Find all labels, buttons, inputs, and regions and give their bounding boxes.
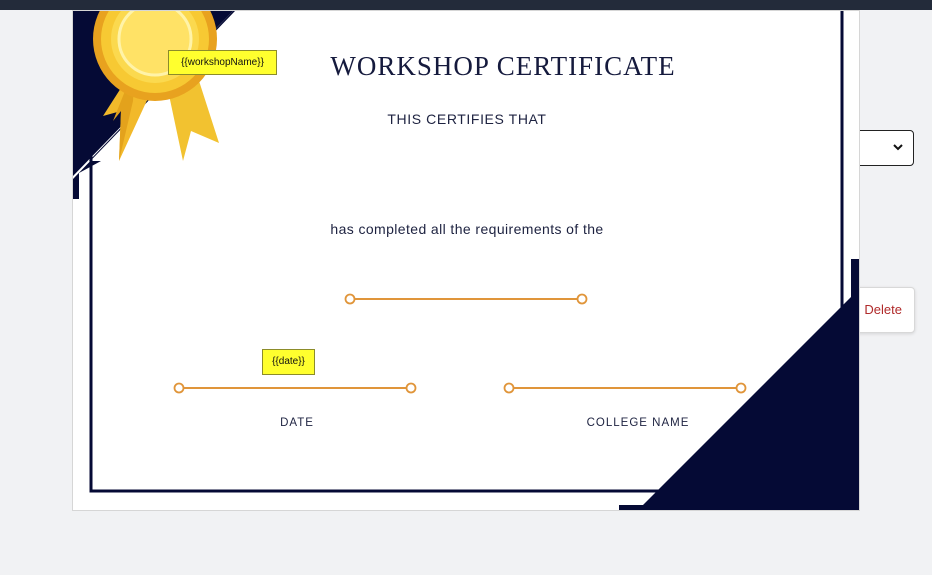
top-bar [0,0,932,10]
workshop-name-placeholder[interactable]: {{workshopName}} [168,50,277,75]
chevron-down-icon [893,144,903,151]
completed-text: has completed all the requirements of th… [330,221,604,237]
college-name-line [503,382,747,394]
certificate-artwork [73,11,859,510]
date-placeholder[interactable]: {{date}} [262,349,315,375]
date-label: DATE [280,417,314,429]
college-name-label: COLLEGE NAME [586,417,690,429]
certificate-title: WORKSHOP CERTIFICATE [330,51,676,81]
certifies-text: THIS CERTIFIES THAT [387,111,547,127]
certificate-canvas[interactable]: WORKSHOP CERTIFICATE THIS CERTIFIES THAT… [72,10,860,511]
workshop-name-line [344,293,588,305]
date-line [173,382,417,394]
